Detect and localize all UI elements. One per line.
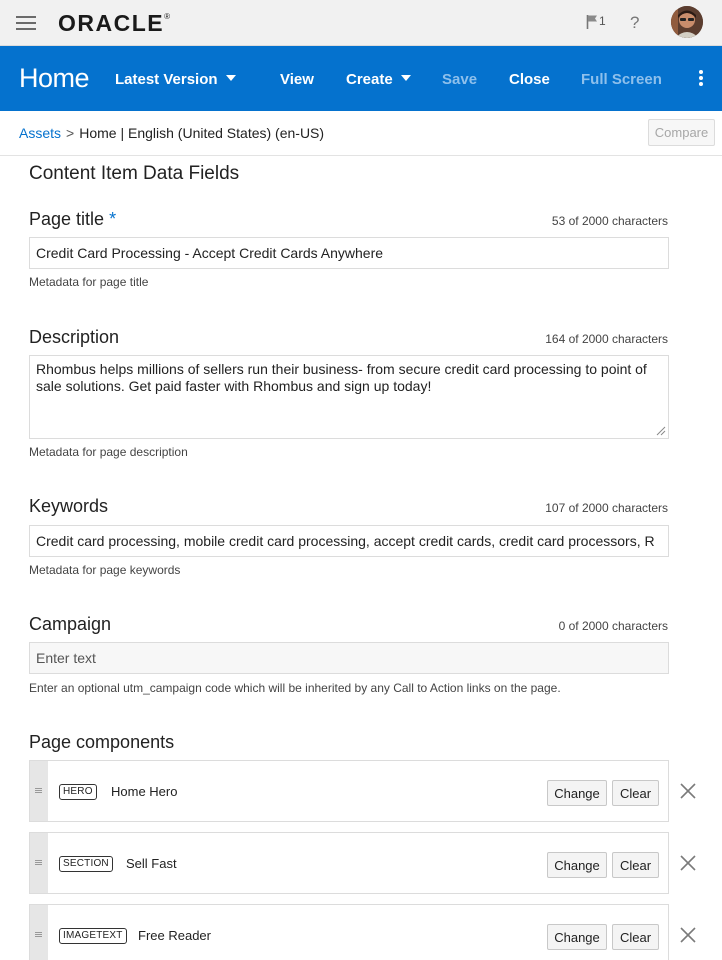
view-button[interactable]: View — [280, 71, 314, 88]
page-components-title: Page components — [29, 732, 175, 752]
keywords-help: Metadata for page keywords — [29, 563, 181, 577]
oracle-logo: ORACLE® — [58, 10, 171, 36]
description-help: Metadata for page description — [29, 445, 188, 459]
campaign-help: Enter an optional utm_campaign code whic… — [29, 681, 561, 695]
user-avatar[interactable] — [671, 6, 703, 38]
latest-version-label: Latest Version — [115, 71, 218, 88]
keywords-input[interactable]: Credit card processing, mobile credit ca… — [29, 525, 669, 557]
component-name: Home Hero — [111, 784, 178, 799]
description-text: Rhombus helps millions of sellers run th… — [36, 361, 647, 394]
component-type-badge: SECTION — [59, 856, 113, 872]
create-dropdown[interactable]: Create — [346, 71, 411, 88]
breadcrumb-current: Home — [79, 125, 117, 141]
save-button[interactable]: Save — [442, 71, 477, 88]
clear-button[interactable]: Clear — [612, 852, 659, 878]
drag-handle-icon[interactable] — [30, 905, 48, 960]
keywords-char-count: 107 of 2000 characters — [545, 501, 668, 515]
create-label: Create — [346, 71, 393, 88]
keywords-label: Keywords — [29, 496, 109, 516]
more-options-icon[interactable] — [697, 70, 705, 88]
component-row: SECTION Sell Fast Change Clear — [29, 832, 669, 894]
close-button[interactable]: Close — [509, 71, 550, 88]
editor-toolbar: Home Latest Version View Create Save Clo… — [0, 46, 722, 111]
page-title-char-count: 53 of 2000 characters — [551, 214, 668, 228]
remove-component-icon[interactable] — [679, 854, 697, 872]
page-title: Home — [19, 63, 90, 93]
flag-icon — [586, 15, 597, 29]
section-title: Content Item Data Fields — [29, 163, 240, 184]
full-screen-button[interactable]: Full Screen — [581, 71, 662, 88]
breadcrumb-divider: | — [120, 125, 125, 141]
campaign-label: Campaign — [29, 614, 112, 634]
remove-component-icon[interactable] — [679, 782, 697, 800]
drag-handle-icon[interactable] — [30, 761, 48, 821]
description-char-count: 164 of 2000 characters — [545, 332, 668, 346]
component-row: IMAGETEXT Free Reader Change Clear — [29, 904, 669, 960]
remove-component-icon[interactable] — [679, 926, 697, 944]
notification-count: 1 — [599, 14, 606, 28]
component-row: HERO Home Hero Change Clear — [29, 760, 669, 822]
component-name: Free Reader — [138, 928, 211, 943]
change-button[interactable]: Change — [547, 924, 607, 950]
notifications-button[interactable]: 1 — [586, 14, 606, 29]
hamburger-menu-icon[interactable] — [16, 16, 36, 30]
breadcrumb-separator: > — [66, 125, 75, 141]
page-title-label: Page title * — [29, 209, 117, 229]
help-icon[interactable]: ? — [630, 13, 639, 33]
chevron-down-icon — [400, 75, 411, 82]
campaign-input[interactable]: Enter text — [29, 642, 669, 674]
latest-version-dropdown[interactable]: Latest Version — [115, 71, 236, 88]
component-type-badge: HERO — [59, 784, 97, 800]
component-name: Sell Fast — [126, 856, 177, 871]
change-button[interactable]: Change — [547, 780, 607, 806]
resize-handle-icon[interactable] — [656, 426, 666, 436]
breadcrumb: Assets > Home | English (United States) (e… — [19, 125, 324, 141]
clear-button[interactable]: Clear — [612, 780, 659, 806]
page-title-input[interactable]: Credit Card Processing - Accept Credit C… — [29, 237, 669, 269]
compare-button[interactable]: Compare — [648, 119, 715, 146]
description-textarea[interactable]: Rhombus helps millions of sellers run th… — [29, 355, 669, 439]
component-type-badge: IMAGETEXT — [59, 928, 127, 944]
chevron-down-icon — [225, 75, 236, 82]
top-bar: ORACLE® 1 ? — [0, 0, 722, 46]
description-label: Description — [29, 327, 120, 347]
campaign-char-count: 0 of 2000 characters — [558, 619, 668, 633]
page-title-help: Metadata for page title — [29, 275, 149, 289]
change-button[interactable]: Change — [547, 852, 607, 878]
breadcrumb-assets-link[interactable]: Assets — [19, 125, 61, 141]
breadcrumb-bar: Assets > Home | English (United States) (e… — [0, 111, 722, 156]
clear-button[interactable]: Clear — [612, 924, 659, 950]
breadcrumb-locale: English (United States) (en-US) — [127, 125, 325, 141]
drag-handle-icon[interactable] — [30, 833, 48, 893]
required-indicator: * — [109, 209, 117, 229]
